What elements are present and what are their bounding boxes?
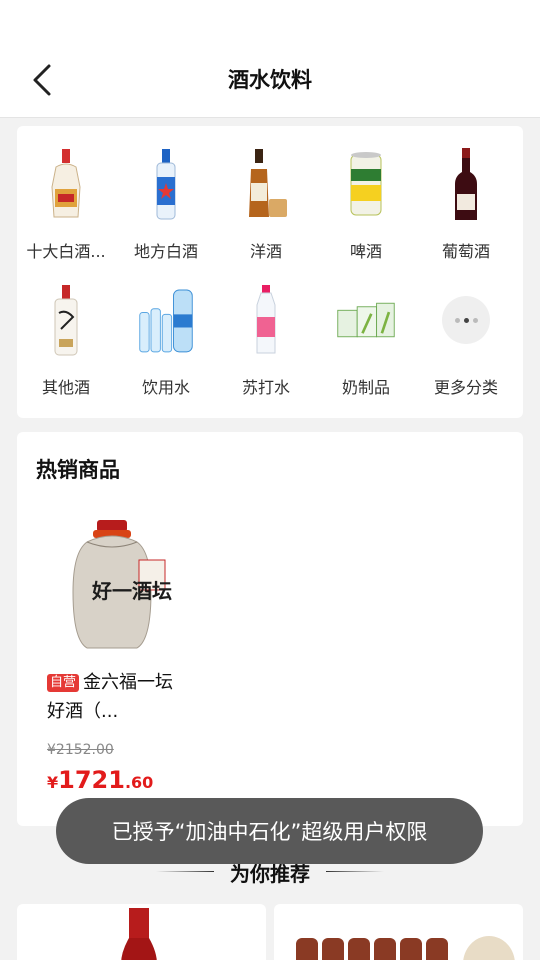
category-label: 苏打水	[241, 378, 290, 397]
price-integer: 1721	[58, 766, 125, 794]
category-label: 洋酒	[249, 242, 282, 261]
product-card[interactable]: 好一酒坛 自营 金六福一坛好酒（... ¥2152.00 ¥1721.60	[47, 512, 177, 802]
liquor-set-image	[296, 936, 515, 960]
recommend-card[interactable]	[274, 904, 523, 960]
page-title: 酒水饮料	[228, 68, 312, 92]
recommend-card[interactable]	[17, 904, 266, 960]
category-label: 其他酒	[41, 378, 90, 397]
category-grid: 十大白酒... 地方白酒 洋酒 啤酒 葡萄酒 其他酒 饮用水 苏打水 奶制品 更…	[17, 126, 523, 418]
category-label: 十大白酒...	[26, 242, 106, 261]
toast-message: 已授予“加油中石化”超级用户权限	[56, 798, 483, 864]
status-bar	[0, 0, 540, 40]
category-item-wine[interactable]: 葡萄酒	[417, 126, 515, 261]
original-price: ¥2152.00	[47, 742, 114, 758]
category-label: 更多分类	[433, 378, 498, 397]
divider-right	[326, 871, 384, 872]
erguotou-bottle-icon	[136, 144, 196, 224]
sale-price: ¥1721.60	[47, 766, 153, 794]
category-item-more[interactable]: 更多分类	[417, 262, 515, 397]
category-item-local-baijiu[interactable]: 地方白酒	[117, 126, 215, 261]
category-label: 地方白酒	[133, 242, 198, 261]
liquor-bottle-icon	[36, 280, 96, 360]
beer-can-icon	[336, 144, 396, 224]
more-dots-icon	[442, 296, 490, 344]
category-item-beer[interactable]: 啤酒	[317, 126, 415, 261]
self-operated-badge: 自营	[47, 674, 80, 692]
more-icon-wrapper	[436, 280, 496, 360]
category-item-foreign-liquor[interactable]: 洋酒	[217, 126, 315, 261]
category-item-water[interactable]: 饮用水	[117, 262, 215, 397]
hot-products-section: 热销商品 好一酒坛 自营 金六福一坛好酒（... ¥2152.00 ¥1721.6…	[17, 432, 523, 826]
soda-bottle-icon	[236, 280, 296, 360]
category-label: 饮用水	[141, 378, 190, 397]
wine-bottle-icon	[436, 144, 496, 224]
nav-bar: 酒水饮料	[0, 40, 540, 118]
price-decimal: .60	[124, 773, 154, 792]
category-item-dairy[interactable]: 奶制品	[317, 262, 415, 397]
whisky-bottle-icon	[236, 144, 296, 224]
baijiu-bottle-icon	[36, 144, 96, 224]
section-title: 热销商品	[36, 458, 120, 482]
category-label: 葡萄酒	[441, 242, 490, 261]
category-item-soda[interactable]: 苏打水	[217, 262, 315, 397]
water-bottles-icon	[136, 280, 196, 360]
milk-cartons-icon	[336, 280, 396, 360]
jar-label-text: 好一酒坛	[91, 579, 172, 603]
category-item-other-liquor[interactable]: 其他酒	[17, 262, 115, 397]
category-item-top-baijiu[interactable]: 十大白酒...	[17, 126, 115, 261]
liquor-jar-image: 好一酒坛	[47, 512, 177, 662]
price-currency: ¥	[47, 773, 59, 792]
wine-bottle-image	[121, 908, 157, 960]
product-title: 自营 金六福一坛好酒（...	[47, 668, 177, 726]
category-label: 奶制品	[341, 378, 390, 397]
category-label: 啤酒	[349, 242, 382, 261]
